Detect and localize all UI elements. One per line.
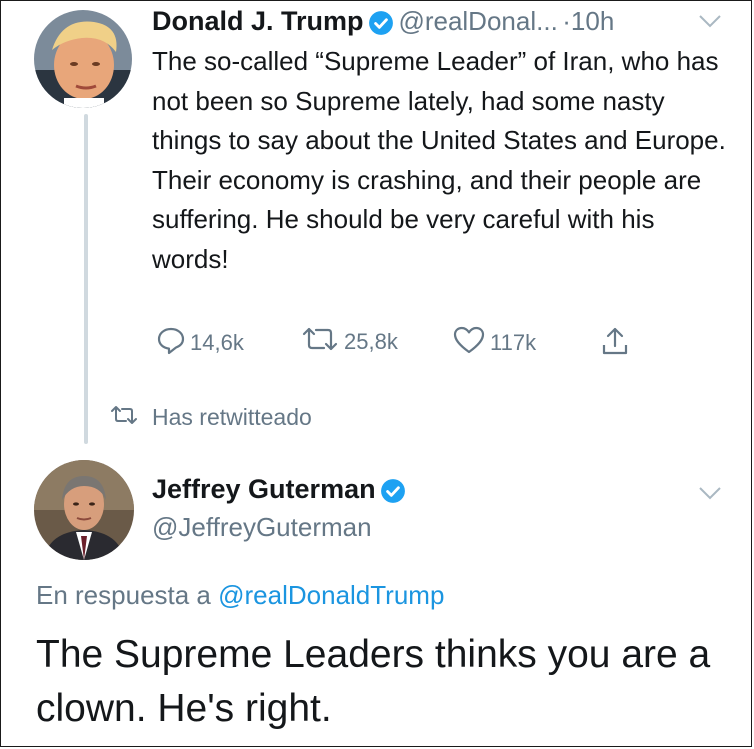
heart-icon xyxy=(452,325,490,361)
tweet2-author-name[interactable]: Jeffrey Guterman xyxy=(152,474,376,504)
avatar-trump[interactable] xyxy=(34,10,132,108)
retweeted-label: Has retwitteado xyxy=(152,404,312,430)
tweet2-handle[interactable]: @JeffreyGuterman xyxy=(152,512,372,543)
reply-button[interactable]: 14,6k xyxy=(156,325,244,361)
tweet2-text: The Supreme Leaders thinks you are a clo… xyxy=(36,633,711,730)
reply-icon xyxy=(156,325,190,361)
thread-line xyxy=(84,114,88,444)
like-button[interactable]: 117k xyxy=(452,325,536,361)
retweet-small-icon xyxy=(110,404,138,431)
retweet-count: 25,8k xyxy=(344,329,398,354)
retweet-icon xyxy=(300,325,344,359)
like-count: 117k xyxy=(490,330,537,355)
tweet1-handle[interactable]: @realDonal... xyxy=(398,6,557,36)
reply-count: 14,6k xyxy=(190,330,244,355)
share-icon xyxy=(600,325,634,363)
reply-context: En respuesta a @realDonaldTrump xyxy=(36,580,444,611)
tweet1-time[interactable]: 10h xyxy=(571,6,614,36)
verified-icon xyxy=(368,10,394,41)
share-button[interactable] xyxy=(600,325,634,363)
reply-mention-link[interactable]: @realDonaldTrump xyxy=(218,580,444,610)
tweet1-text: The so-called “Supreme Leader” of Iran, … xyxy=(152,46,726,274)
tweet1-header: Donald J. Trump @realDonal... ·10h xyxy=(152,6,614,41)
reply-prefix: En respuesta a xyxy=(36,580,211,610)
verified-icon xyxy=(380,478,406,509)
separator-dot: · xyxy=(562,6,571,36)
tweet1-author-name[interactable]: Donald J. Trump xyxy=(152,6,364,36)
retweet-button[interactable]: 25,8k xyxy=(300,325,398,359)
chevron-down-icon[interactable] xyxy=(697,12,723,35)
tweet2-header: Jeffrey Guterman xyxy=(152,474,406,509)
avatar-guterman[interactable] xyxy=(34,460,134,560)
chevron-down-icon[interactable] xyxy=(697,484,723,507)
retweeted-indicator: Has retwitteado xyxy=(110,404,312,431)
